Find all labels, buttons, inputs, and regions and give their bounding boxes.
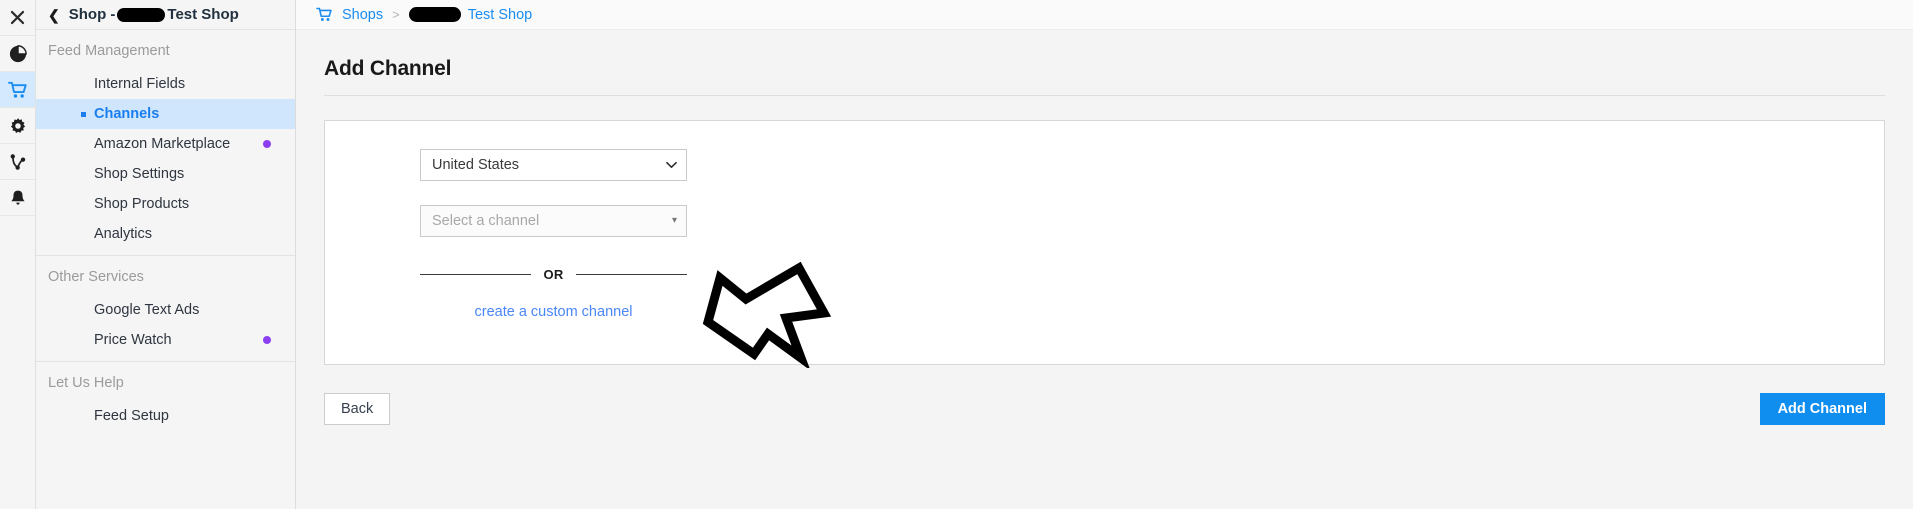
or-label: OR xyxy=(543,267,564,282)
share-nodes-icon[interactable] xyxy=(0,144,35,180)
gear-icon[interactable] xyxy=(0,108,35,144)
status-dot-icon xyxy=(263,336,271,344)
sidebar-item-shop-products[interactable]: Shop Products xyxy=(36,189,295,219)
add-channel-button[interactable]: Add Channel xyxy=(1759,393,1885,425)
breadcrumb-link-shops[interactable]: Shops xyxy=(342,7,383,23)
sidebar-item-channels[interactable]: Channels xyxy=(36,99,295,129)
sidebar-item-label: Channels xyxy=(94,106,160,122)
status-dot-icon xyxy=(263,140,271,148)
rail-spacer xyxy=(0,216,35,509)
chevron-down-icon xyxy=(666,161,677,169)
app-window: ❮ Shop - Test Shop Feed Management Inter… xyxy=(0,0,1913,509)
nav-group-label: Feed Management xyxy=(48,43,170,59)
sidebar-item-label: Analytics xyxy=(94,226,153,242)
country-select[interactable]: United States xyxy=(420,149,687,181)
cart-icon[interactable] xyxy=(0,72,35,108)
shop-title-suffix: Test Shop xyxy=(167,6,239,23)
sidebar-item-price-watch[interactable]: Price Watch xyxy=(36,325,295,355)
create-custom-channel-link[interactable]: create a custom channel xyxy=(420,304,687,320)
breadcrumb-link-current-shop[interactable]: Test Shop xyxy=(468,7,533,23)
sidebar-item-google-text-ads[interactable]: Google Text Ads xyxy=(36,295,295,325)
channel-select-placeholder: Select a channel xyxy=(432,213,540,229)
or-divider-line-left xyxy=(420,274,532,275)
or-divider: OR xyxy=(420,267,688,282)
sidebar-item-internal-fields[interactable]: Internal Fields xyxy=(36,69,295,99)
bell-icon[interactable] xyxy=(0,180,35,216)
sidebar-item-shop-settings[interactable]: Shop Settings xyxy=(36,159,295,189)
nav-group-let-us-help: Let Us Help Feed Setup xyxy=(36,362,295,437)
sidebar-item-amazon-marketplace[interactable]: Amazon Marketplace xyxy=(36,129,295,159)
footer-actions: Back Add Channel xyxy=(324,393,1885,425)
sidebar-item-label: Shop Settings xyxy=(94,166,185,182)
sidebar-item-feed-setup[interactable]: Feed Setup xyxy=(36,401,295,431)
page-title: Add Channel xyxy=(324,57,452,80)
nav-group-label: Let Us Help xyxy=(48,375,124,391)
back-button[interactable]: Back xyxy=(324,393,391,425)
cart-icon xyxy=(316,7,333,22)
breadcrumb: Shops > Test Shop xyxy=(296,0,1913,30)
main-area: Shops > Test Shop Add Channel United Sta… xyxy=(296,0,1913,509)
triangle-down-icon: ▾ xyxy=(671,215,677,226)
icon-rail xyxy=(0,0,36,509)
or-divider-line-right xyxy=(575,274,688,275)
shop-title-text: Shop - Test Shop xyxy=(69,6,239,23)
content-region: Add Channel United States Select a chann… xyxy=(296,30,1913,509)
nav-group-feed-management: Feed Management Internal Fields Channels… xyxy=(36,30,295,256)
sidebar-item-analytics[interactable]: Analytics xyxy=(36,219,295,249)
close-icon[interactable] xyxy=(0,0,35,36)
sidebar-item-label: Shop Products xyxy=(94,196,190,212)
active-bullet-icon xyxy=(81,111,86,117)
add-channel-card: United States Select a channel ▾ OR crea… xyxy=(324,120,1885,365)
channel-select[interactable]: Select a channel ▾ xyxy=(420,205,687,237)
pie-chart-icon[interactable] xyxy=(0,36,35,72)
form-gap xyxy=(420,181,687,205)
sidebar-item-label: Feed Setup xyxy=(94,408,169,424)
back-chevron-icon[interactable]: ❮ xyxy=(48,8,60,22)
shop-title-prefix: Shop - xyxy=(68,6,116,23)
sidebar-item-label: Amazon Marketplace xyxy=(94,136,231,152)
redacted-shop-name xyxy=(117,7,166,22)
channel-form: United States Select a channel ▾ OR crea… xyxy=(420,149,688,320)
country-select-value: United States xyxy=(432,157,520,173)
sidebar: ❮ Shop - Test Shop Feed Management Inter… xyxy=(36,0,296,509)
sidebar-item-label: Internal Fields xyxy=(94,76,186,92)
redacted-shop-name xyxy=(408,7,461,22)
breadcrumb-current[interactable]: Test Shop xyxy=(408,7,533,23)
nav-group-label: Other Services xyxy=(48,269,144,285)
nav-group-other-services: Other Services Google Text Ads Price Wat… xyxy=(36,256,295,362)
shop-title-bar[interactable]: ❮ Shop - Test Shop xyxy=(36,0,295,30)
sidebar-item-label: Google Text Ads xyxy=(94,302,200,318)
sidebar-item-label: Price Watch xyxy=(94,332,172,348)
breadcrumb-separator: > xyxy=(392,7,400,22)
title-divider xyxy=(324,95,1885,96)
